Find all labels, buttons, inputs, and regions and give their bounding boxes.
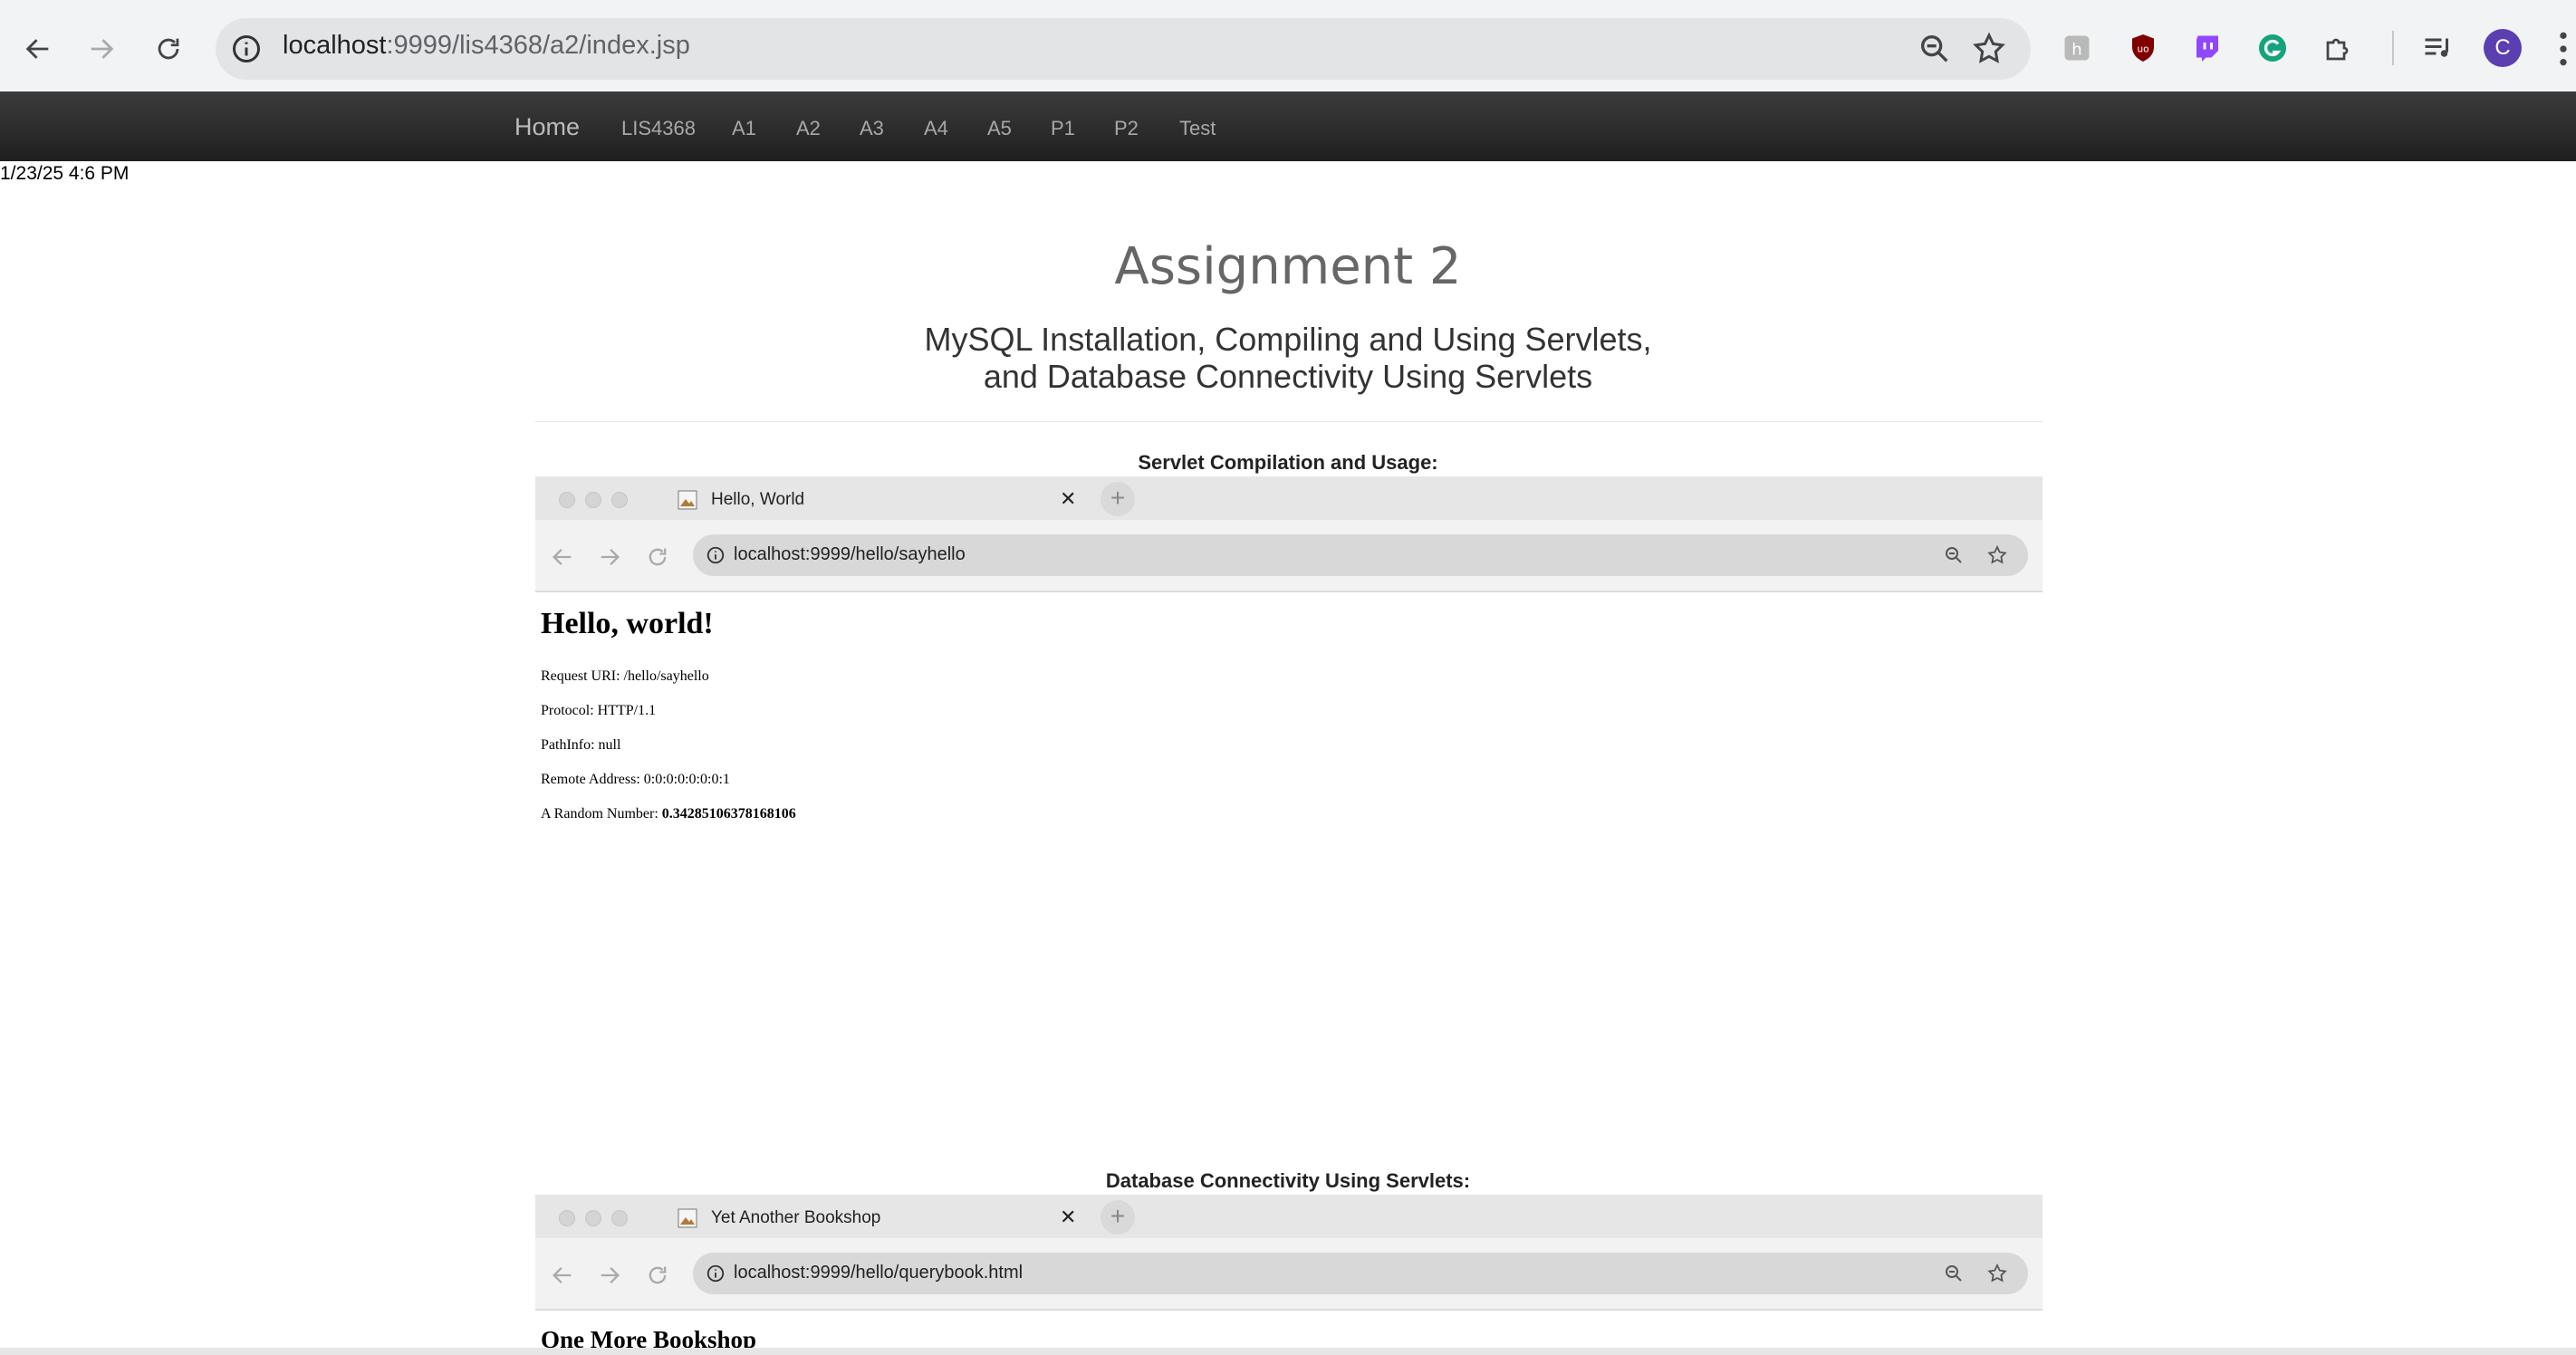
new-tab-plus-icon: + [1101, 482, 1135, 516]
address-url[interactable]: localhost:9999/lis4368/a2/index.jsp [283, 31, 690, 61]
bookmark-star-icon[interactable] [1971, 31, 2007, 67]
section-servlet-title: Servlet Compilation and Usage: [1138, 451, 1438, 474]
servlet-tab-title: Hello, World [711, 490, 805, 509]
nav-item-p2[interactable]: P2 [1114, 117, 1179, 140]
nav-item-p1[interactable]: P1 [1051, 117, 1114, 140]
line-label: Protocol: [541, 703, 598, 718]
servlet-shot-toolbar: localhost:9999/hello/sayhello [535, 520, 2043, 592]
bookshop-shot-tab: Yet Another Bookshop ✕ + [662, 1200, 1135, 1238]
bookshop-tab-title: Yet Another Bookshop [711, 1208, 881, 1227]
back-button[interactable] [16, 27, 60, 71]
nav-home-link[interactable]: Home [514, 113, 580, 141]
line-label: A Random Number: [541, 806, 662, 822]
shot-reload-icon [649, 548, 667, 566]
url-host: localhost [283, 31, 387, 60]
header-divider [535, 421, 2043, 422]
forward-arrow-icon [91, 39, 114, 59]
shot-info-icon [706, 1264, 725, 1283]
subtitle-line-1: MySQL Installation, Compiling and Using … [924, 321, 1652, 358]
shot-reload-icon [649, 1266, 667, 1284]
shot-zoom-icon [1946, 547, 1962, 563]
line-value: null [598, 737, 621, 753]
page-title: Assignment 2 [1114, 237, 1462, 296]
page-subtitle: MySQL Installation, Compiling and Using … [0, 321, 2576, 395]
servlet-shot-tab: Hello, World ✕ + [662, 482, 1135, 520]
nav-item-a3[interactable]: A3 [860, 117, 924, 140]
bookshop-shot-tabstrip: Yet Another Bookshop ✕ + [535, 1195, 2043, 1238]
shot-star-icon [1987, 1263, 2007, 1283]
nav-item-a2[interactable]: A2 [796, 117, 860, 140]
bookshop-shot-toolbar: localhost:9999/hello/querybook.html [535, 1238, 2043, 1311]
bookshop-shot-address-bar: localhost:9999/hello/querybook.html [693, 1253, 2028, 1294]
subtitle-line-2: and Database Connectivity Using Servlets [983, 358, 1593, 395]
shot-star-icon [1987, 544, 2007, 564]
reload-icon [158, 38, 179, 60]
remote-address-line: Remote Address: 0:0:0:0:0:0:0:1 [541, 772, 730, 788]
svg-text:uo: uo [2137, 44, 2148, 55]
section-database-title: Database Connectivity Using Servlets: [1105, 1169, 1471, 1192]
shot-zoom-icon [1946, 1265, 1962, 1282]
svg-text:h: h [2071, 41, 2081, 60]
random-number-line: A Random Number: 0.34285106378168106 [541, 806, 796, 822]
datestamp: 1/23/25 4:6 PM [0, 163, 130, 184]
nav-item-test[interactable]: Test [1179, 117, 1216, 140]
servlet-shot-tabstrip: Hello, World ✕ + [535, 476, 2043, 520]
tab-close-icon: ✕ [1060, 487, 1077, 510]
page-favicon-icon [678, 490, 697, 510]
profile-avatar[interactable]: C [2484, 29, 2522, 67]
zoom-icon[interactable] [1917, 31, 1953, 67]
nav-items: LIS4368 A1 A2 A3 A4 A5 P1 P2 Test [621, 117, 1216, 140]
shot-back-icon [553, 549, 572, 565]
window-minimize-dot [585, 492, 601, 508]
puzzle-extensions-icon[interactable] [2321, 31, 2356, 65]
twitch-icon[interactable] [2190, 31, 2225, 65]
line-label: Request URI: [541, 668, 624, 684]
random-number-value: 0.34285106378168106 [661, 806, 796, 822]
browser-toolbar: localhost:9999/lis4368/a2/index.jsp h uo… [0, 0, 2576, 92]
nav-item-a4[interactable]: A4 [924, 117, 987, 140]
page-favicon-icon [678, 1208, 697, 1228]
request-uri-line: Request URI: /hello/sayhello [541, 668, 709, 685]
shot-back-icon [553, 1267, 572, 1283]
info-icon[interactable] [230, 33, 263, 65]
nav-item-lis4368[interactable]: LIS4368 [621, 117, 732, 140]
toolbar-divider [2392, 31, 2394, 65]
window-bottom-edge [0, 1348, 2576, 1355]
grammarly-icon[interactable] [2255, 31, 2290, 65]
url-path: :9999/lis4368/a2/index.jsp [386, 31, 690, 60]
reload-button[interactable] [147, 27, 190, 71]
forward-button[interactable] [80, 27, 123, 71]
line-label: PathInfo: [541, 737, 599, 753]
tab-close-icon: ✕ [1060, 1206, 1077, 1228]
window-close-dot [559, 1210, 575, 1226]
window-minimize-dot [585, 1210, 601, 1226]
line-value: HTTP/1.1 [597, 703, 657, 718]
window-zoom-dot [611, 492, 628, 508]
shot-info-icon [706, 546, 725, 564]
protocol-line: Protocol: HTTP/1.1 [541, 703, 656, 719]
nav-item-a5[interactable]: A5 [987, 117, 1051, 140]
hello-heading: Hello, world! [541, 607, 714, 640]
window-close-dot [559, 492, 575, 508]
hacker-extension-icon[interactable]: h [2060, 31, 2094, 65]
new-tab-plus-icon: + [1101, 1200, 1135, 1235]
pathinfo-line: PathInfo: null [541, 737, 620, 754]
profile-initial: C [2494, 35, 2511, 60]
more-menu-icon[interactable] [2554, 29, 2572, 69]
window-zoom-dot [611, 1210, 628, 1226]
back-arrow-icon [25, 39, 49, 59]
media-controls-icon[interactable] [2420, 31, 2455, 65]
nav-item-a1[interactable]: A1 [732, 117, 796, 140]
shot-forward-icon [601, 549, 620, 565]
line-label: Remote Address: [541, 772, 644, 787]
line-value: /hello/sayhello [623, 668, 709, 684]
servlet-shot-url: localhost:9999/hello/sayhello [734, 544, 966, 564]
line-value: 0:0:0:0:0:0:0:1 [643, 772, 730, 787]
bookshop-shot-url: localhost:9999/hello/querybook.html [734, 1263, 1024, 1283]
address-bar[interactable]: localhost:9999/lis4368/a2/index.jsp [216, 18, 2031, 80]
servlet-shot-address-bar: localhost:9999/hello/sayhello [693, 534, 2028, 576]
site-navbar: Home LIS4368 A1 A2 A3 A4 A5 P1 P2 Test [0, 91, 2576, 161]
ublock-icon[interactable]: uo [2126, 31, 2160, 65]
shot-forward-icon [601, 1267, 620, 1283]
